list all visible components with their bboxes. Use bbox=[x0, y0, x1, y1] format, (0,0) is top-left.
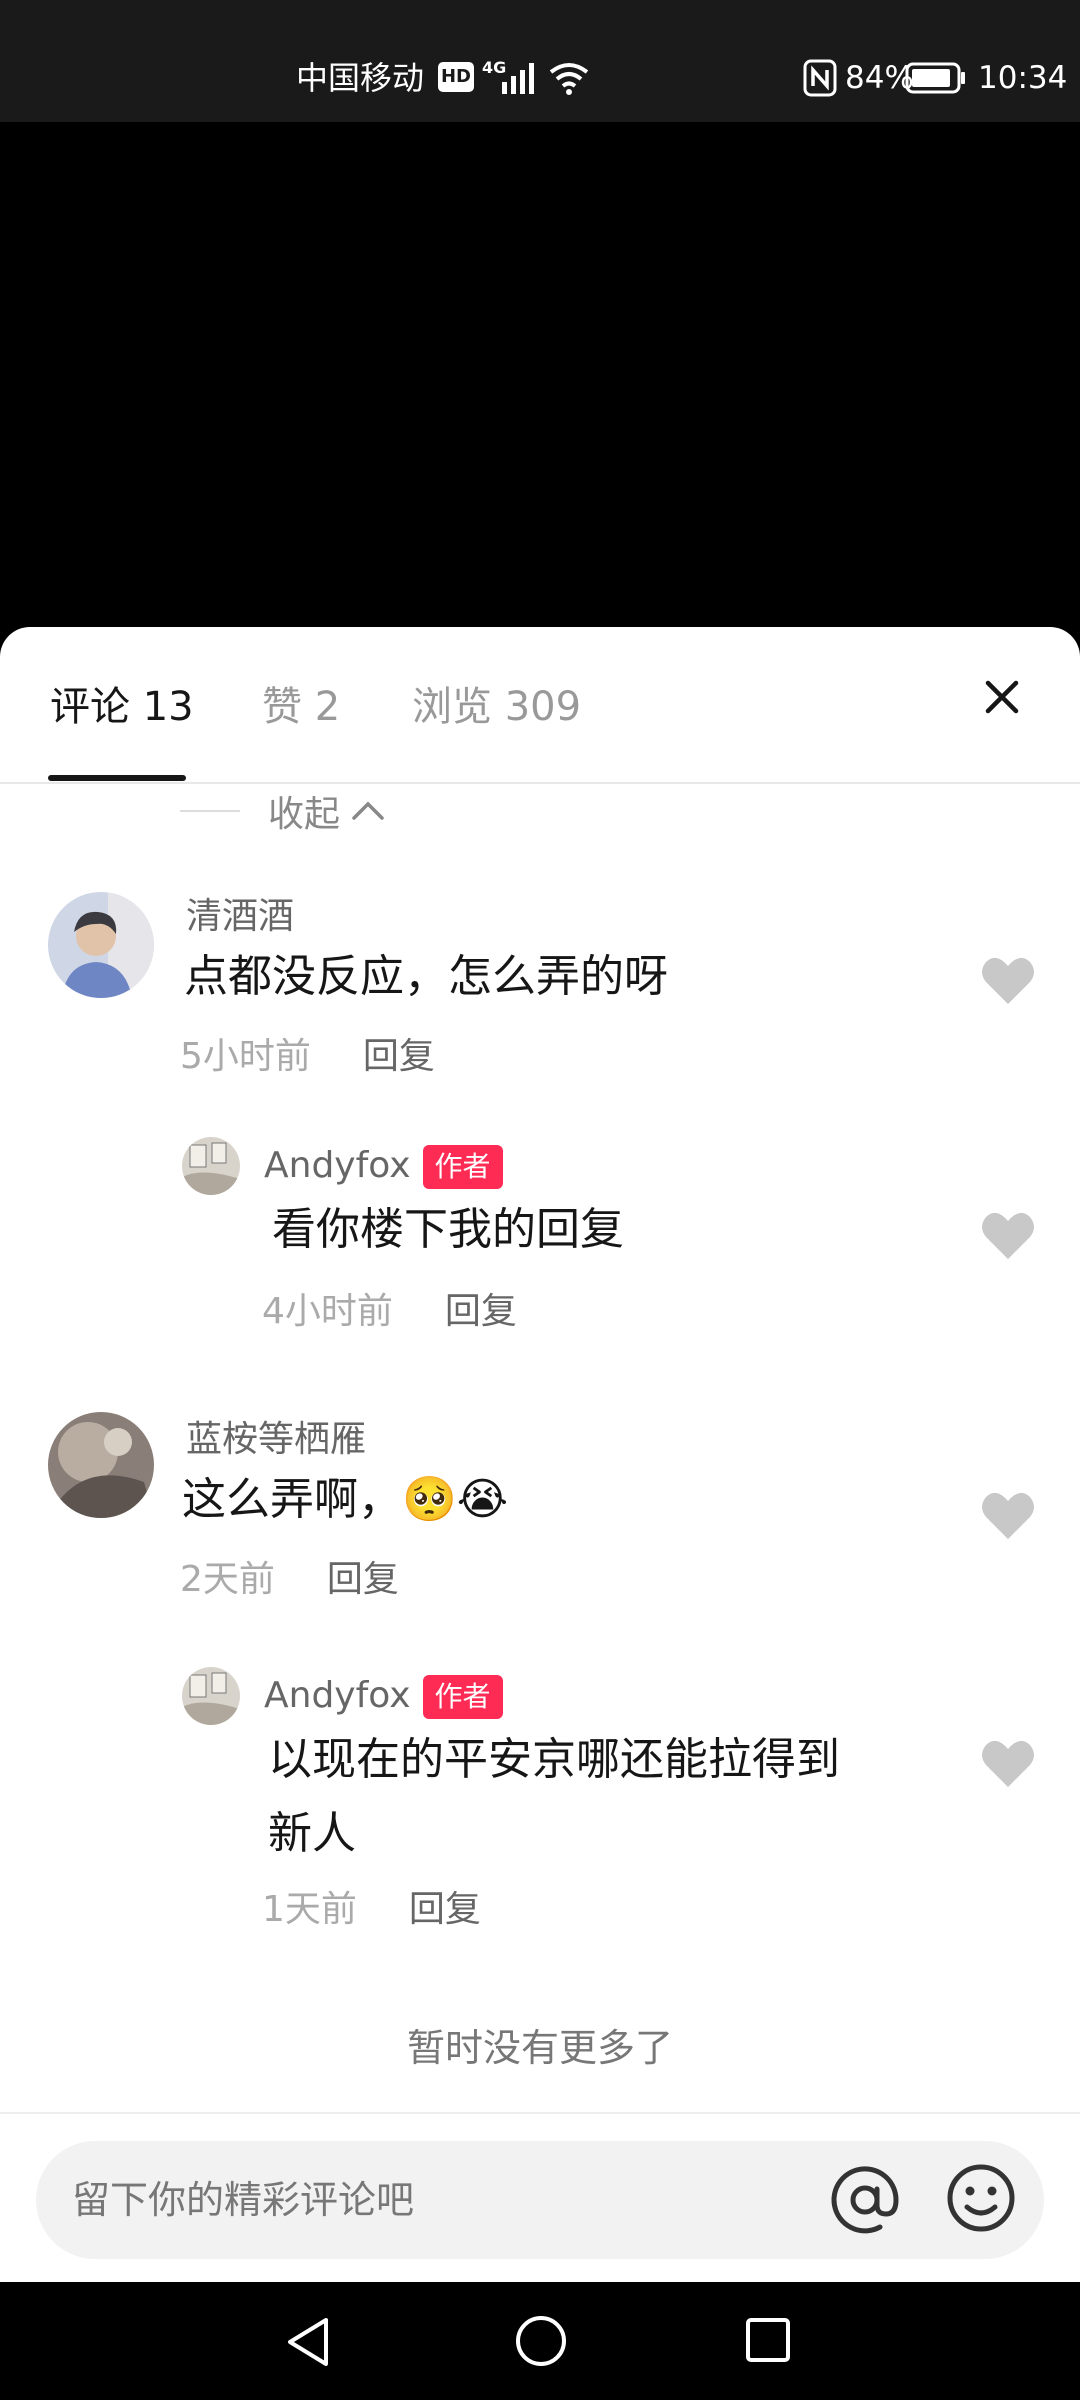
active-tab-indicator bbox=[48, 775, 186, 781]
no-more-label: 暂时没有更多了 bbox=[406, 2026, 673, 2070]
tab-views[interactable]: 浏览 309 bbox=[412, 677, 581, 737]
reply-text-line-2: 新人 bbox=[268, 1808, 356, 1859]
signal-icon bbox=[502, 63, 534, 94]
chevron-up-icon bbox=[352, 801, 384, 820]
comment-input-area: 留下你的精彩评论吧 bbox=[0, 2112, 1080, 2282]
tab-comments[interactable]: 评论 13 bbox=[50, 677, 194, 737]
battery-icon bbox=[905, 62, 965, 94]
back-icon[interactable] bbox=[282, 2314, 336, 2370]
heart-icon[interactable] bbox=[980, 954, 1036, 1006]
comment-emojis: 🥺😭 bbox=[402, 1474, 509, 1525]
home-icon[interactable] bbox=[514, 2314, 568, 2368]
avatar[interactable] bbox=[182, 1137, 240, 1195]
reply-button[interactable]: 回复 bbox=[327, 1555, 399, 1605]
collapse-label: 收起 bbox=[268, 794, 341, 835]
mention-icon[interactable] bbox=[826, 2161, 904, 2239]
tab-bar: 评论 13 赞 2 浏览 309 bbox=[0, 627, 1080, 784]
tab-likes[interactable]: 赞 2 bbox=[262, 677, 340, 737]
battery-percent: 84% bbox=[845, 60, 914, 96]
reply-time: 1天前 bbox=[262, 1889, 357, 1930]
avatar[interactable] bbox=[182, 1667, 240, 1725]
reply-text-line-1: 以现在的平安京哪还能拉得到 bbox=[268, 1734, 840, 1785]
heart-icon[interactable] bbox=[980, 1489, 1036, 1541]
reply-username[interactable]: Andyfox bbox=[264, 1675, 411, 1716]
comment-time: 5小时前 bbox=[180, 1036, 311, 1077]
comment-time: 2天前 bbox=[180, 1559, 275, 1600]
emoji-icon[interactable] bbox=[946, 2163, 1016, 2233]
comment-body: 这么弄啊，🥺😭 bbox=[182, 1463, 508, 1537]
input-placeholder: 留下你的精彩评论吧 bbox=[72, 2178, 415, 2222]
reply-header: Andyfox 作者 bbox=[264, 1671, 503, 1721]
avatar[interactable] bbox=[48, 892, 154, 998]
navigation-bar bbox=[0, 2282, 1080, 2400]
recent-apps-icon[interactable] bbox=[744, 2316, 792, 2364]
wifi-icon bbox=[549, 63, 589, 95]
comment-username[interactable]: 清酒酒 bbox=[186, 892, 294, 942]
reply-button[interactable]: 回复 bbox=[445, 1287, 517, 1337]
clock: 10:34 bbox=[978, 60, 1068, 96]
author-badge: 作者 bbox=[422, 1145, 503, 1189]
comment-username[interactable]: 蓝桉等栖雁 bbox=[186, 1415, 366, 1465]
close-icon[interactable] bbox=[978, 667, 1026, 727]
comment-text: 这么弄啊， bbox=[182, 1474, 402, 1525]
comments-sheet: 评论 13 赞 2 浏览 309 收起 清酒酒 点都没反应，怎么弄的呀 5小时前… bbox=[0, 627, 1080, 2282]
reply-text: 看你楼下我的回复 bbox=[272, 1204, 624, 1255]
carrier-label: 中国移动 bbox=[296, 59, 425, 97]
author-badge: 作者 bbox=[422, 1675, 503, 1719]
heart-icon[interactable] bbox=[980, 1737, 1036, 1789]
reply-button[interactable]: 回复 bbox=[409, 1885, 481, 1935]
reply-time: 4小时前 bbox=[262, 1291, 393, 1332]
reply-header: Andyfox 作者 bbox=[264, 1141, 503, 1191]
comment-text: 点都没反应，怎么弄的呀 bbox=[184, 951, 668, 1002]
heart-icon[interactable] bbox=[980, 1209, 1036, 1261]
comment-meta: 2天前 回复 bbox=[180, 1555, 399, 1605]
collapse-divider bbox=[180, 810, 240, 812]
avatar[interactable] bbox=[48, 1412, 154, 1518]
reply-meta: 4小时前 回复 bbox=[262, 1287, 517, 1337]
reply-button[interactable]: 回复 bbox=[363, 1032, 435, 1082]
comment-meta: 5小时前 回复 bbox=[180, 1032, 435, 1082]
hd-badge: HD bbox=[438, 62, 474, 92]
status-bar: 中国移动 HD 4G 84% 10:34 bbox=[0, 0, 1080, 122]
reply-username[interactable]: Andyfox bbox=[264, 1145, 411, 1186]
reply-meta: 1天前 回复 bbox=[262, 1885, 481, 1935]
collapse-replies-button[interactable]: 收起 bbox=[180, 787, 388, 835]
comment-input[interactable]: 留下你的精彩评论吧 bbox=[36, 2141, 1044, 2259]
nfc-icon bbox=[803, 59, 837, 97]
